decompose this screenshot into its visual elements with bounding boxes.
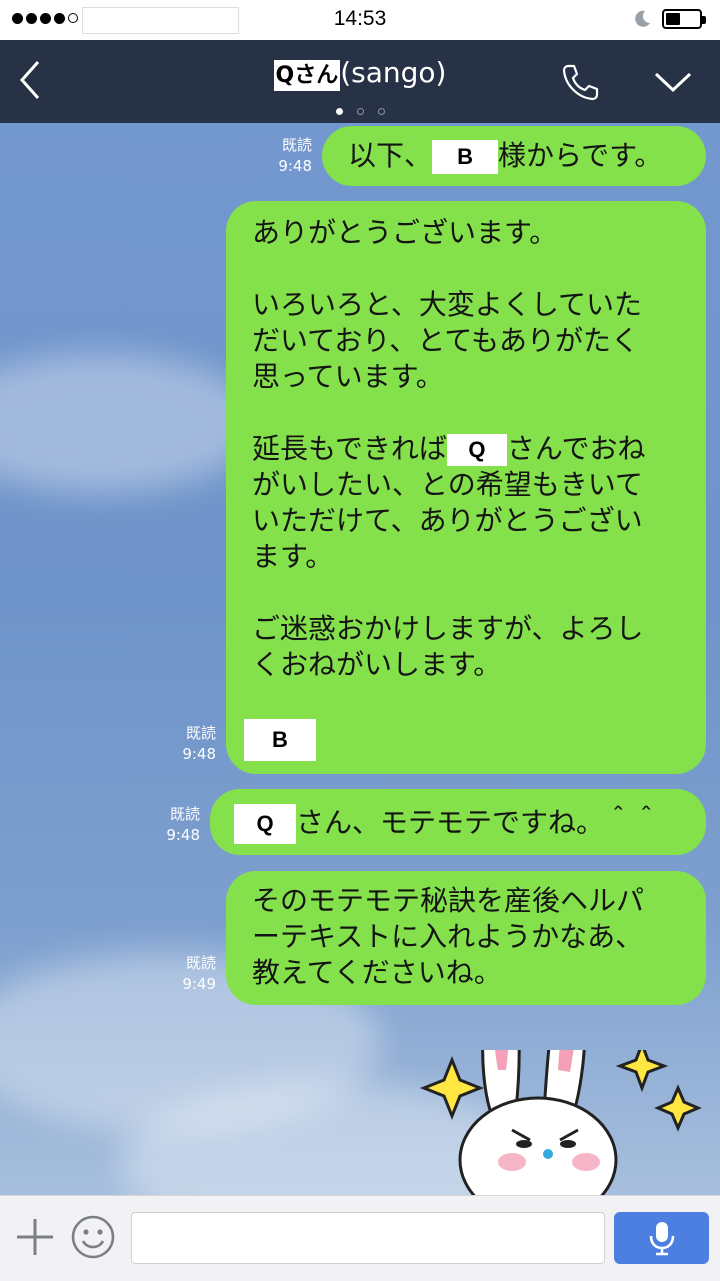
voice-button[interactable] bbox=[614, 1212, 709, 1264]
title-suffix: (sango) bbox=[340, 56, 447, 89]
input-bar bbox=[0, 1195, 720, 1281]
message-meta: 既読 9:48 bbox=[278, 136, 312, 175]
message-bubble[interactable]: Q さん、モテモテですね。＾＾ bbox=[210, 789, 706, 855]
smiley-icon[interactable] bbox=[70, 1214, 116, 1260]
message-bubble[interactable]: そのモテモテ秘訣を産後ヘルパ ーテキストに入れようかなあ、 教えてくださいね。 bbox=[226, 871, 706, 1005]
plus-icon[interactable] bbox=[14, 1216, 56, 1258]
moon-icon bbox=[635, 10, 650, 27]
chevron-down-icon[interactable] bbox=[650, 64, 696, 100]
message-meta: 既読 9:48 bbox=[166, 805, 200, 844]
status-time: 14:53 bbox=[333, 7, 387, 30]
status-bar: 14:53 bbox=[0, 0, 720, 40]
rabbit-sticker[interactable] bbox=[420, 1050, 720, 1195]
message-meta: 既読 9:48 bbox=[182, 724, 216, 763]
redacted-name: B bbox=[432, 140, 499, 174]
message-meta: 既読 9:49 bbox=[182, 954, 216, 993]
battery-icon bbox=[662, 9, 706, 29]
chat-area[interactable]: 既読 9:48 以下、 B 様からです。 既読 9:48 ありがとうございます。 いろい… bbox=[0, 123, 720, 1195]
redacted-name: Q bbox=[446, 434, 507, 466]
message-input[interactable] bbox=[131, 1212, 605, 1264]
redacted-name: Q bbox=[234, 804, 296, 844]
message-bubble[interactable]: ありがとうございます。 いろいろと、大変よくしていた だいており、とてもありがた… bbox=[226, 201, 706, 774]
chat-header: Qさん(sango) bbox=[0, 40, 720, 123]
message-bubble[interactable]: 以下、 B 様からです。 bbox=[322, 126, 706, 186]
cloud-decoration bbox=[0, 353, 260, 493]
microphone-icon bbox=[649, 1222, 675, 1256]
rabbit-icon bbox=[458, 1050, 618, 1195]
page-indicator bbox=[0, 100, 720, 119]
phone-icon[interactable] bbox=[558, 60, 602, 104]
chat-title: Qさん(sango) bbox=[0, 56, 720, 91]
redacted-signature: B bbox=[244, 719, 316, 761]
title-redacted-name: Qさん bbox=[273, 60, 341, 91]
